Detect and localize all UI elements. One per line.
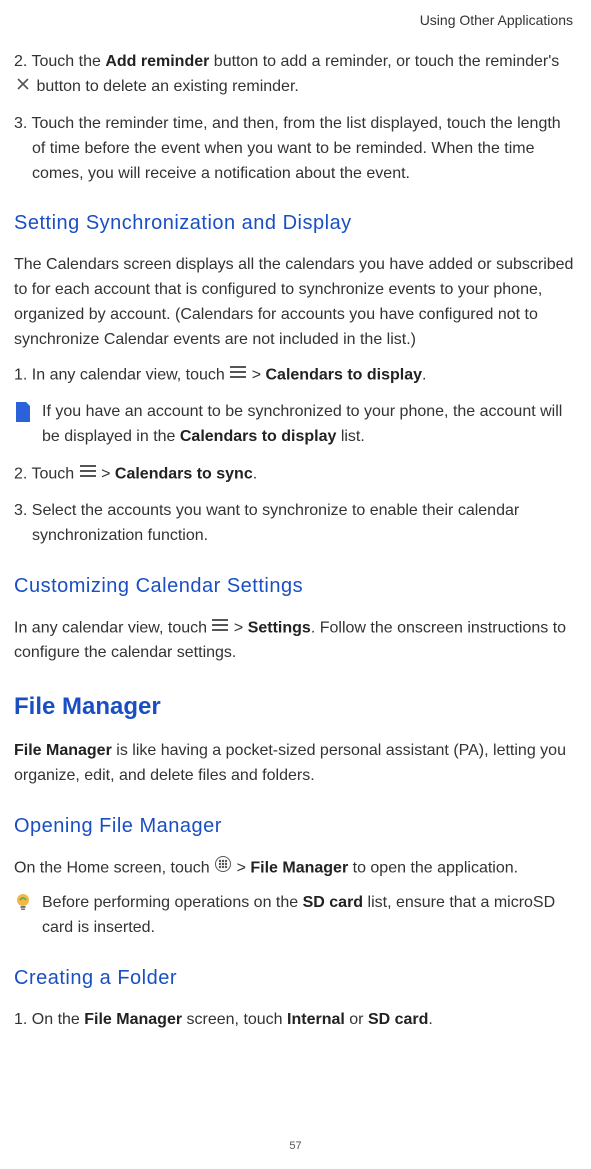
- bold-file-manager: File Manager: [250, 859, 348, 876]
- bold-calendars-to-display: Calendars to display: [266, 366, 423, 383]
- fm-intro: File Manager is like having a pocket-siz…: [14, 739, 577, 789]
- close-icon: [14, 74, 32, 99]
- step-2-text: 2. Touch the Add reminder button to add …: [14, 53, 559, 95]
- page-number: 57: [0, 1138, 591, 1155]
- sync-intro: The Calendars screen displays all the ca…: [14, 253, 577, 352]
- text: to open the application.: [348, 859, 518, 876]
- text: list.: [336, 428, 364, 445]
- note-document-icon: [14, 402, 32, 422]
- menu-icon: [79, 462, 97, 487]
- bold-file-manager: File Manager: [84, 1011, 182, 1028]
- text: >: [234, 619, 248, 636]
- text: .: [253, 465, 257, 482]
- note-text: Before performing operations on the SD c…: [42, 891, 577, 941]
- text: >: [101, 465, 115, 482]
- text: 2. Touch: [14, 465, 79, 482]
- sync-step-1: 1. In any calendar view, touch > Calenda…: [14, 363, 577, 388]
- chapter-header: Using Other Applications: [14, 10, 577, 32]
- text: In any calendar view, touch: [14, 619, 211, 636]
- text: 1. In any calendar view, touch: [14, 366, 229, 383]
- text: button to delete an existing reminder.: [36, 78, 298, 95]
- heading-file-manager: File Manager: [14, 688, 577, 725]
- heading-create-folder: Creating a Folder: [14, 963, 577, 994]
- text: screen, touch: [182, 1011, 287, 1028]
- create-step-1: 1. On the File Manager screen, touch Int…: [14, 1008, 577, 1033]
- note-account-sync: If you have an account to be synchronize…: [14, 400, 577, 450]
- bold-internal: Internal: [287, 1011, 345, 1028]
- step-3-text: 3. Touch the reminder time, and then, fr…: [32, 112, 577, 186]
- text: button to add a reminder, or touch the r…: [209, 53, 559, 70]
- note-text: If you have an account to be synchronize…: [42, 400, 577, 450]
- sync-step-3-text: 3. Select the accounts you want to synch…: [32, 499, 577, 549]
- heading-opening-fm: Opening File Manager: [14, 811, 577, 842]
- page: Using Other Applications 2. Touch the Ad…: [0, 0, 591, 1084]
- step-2: 2. Touch the Add reminder button to add …: [14, 50, 577, 100]
- custom-paragraph: In any calendar view, touch > Settings. …: [14, 616, 577, 666]
- note-sd-card: Before performing operations on the SD c…: [14, 891, 577, 941]
- text: .: [428, 1011, 432, 1028]
- text: Before performing operations on the: [42, 894, 303, 911]
- bold-calendars-to-display: Calendars to display: [180, 428, 337, 445]
- menu-icon: [211, 616, 229, 641]
- heading-sync-display: Setting Synchronization and Display: [14, 208, 577, 239]
- fm-open-paragraph: On the Home screen, touch > File Manager…: [14, 856, 577, 881]
- text: >: [252, 366, 266, 383]
- tip-bulb-icon: [14, 893, 32, 913]
- text: or: [345, 1011, 368, 1028]
- bold-sd-card: SD card: [303, 894, 363, 911]
- bold-add-reminder: Add reminder: [105, 53, 209, 70]
- step-3: 3. Touch the reminder time, and then, fr…: [14, 112, 577, 186]
- bold-file-manager: File Manager: [14, 742, 112, 759]
- menu-icon: [229, 363, 247, 388]
- text: .: [422, 366, 426, 383]
- text: 2. Touch the: [14, 53, 105, 70]
- sync-step-3: 3. Select the accounts you want to synch…: [14, 499, 577, 549]
- bold-calendars-to-sync: Calendars to sync: [115, 465, 253, 482]
- bold-settings: Settings: [248, 619, 311, 636]
- text: 1. On the: [14, 1011, 84, 1028]
- text: >: [237, 859, 251, 876]
- apps-grid-icon: [214, 856, 232, 881]
- bold-sd-card: SD card: [368, 1011, 428, 1028]
- text: On the Home screen, touch: [14, 859, 214, 876]
- sync-step-2: 2. Touch > Calendars to sync.: [14, 462, 577, 487]
- heading-customizing: Customizing Calendar Settings: [14, 571, 577, 602]
